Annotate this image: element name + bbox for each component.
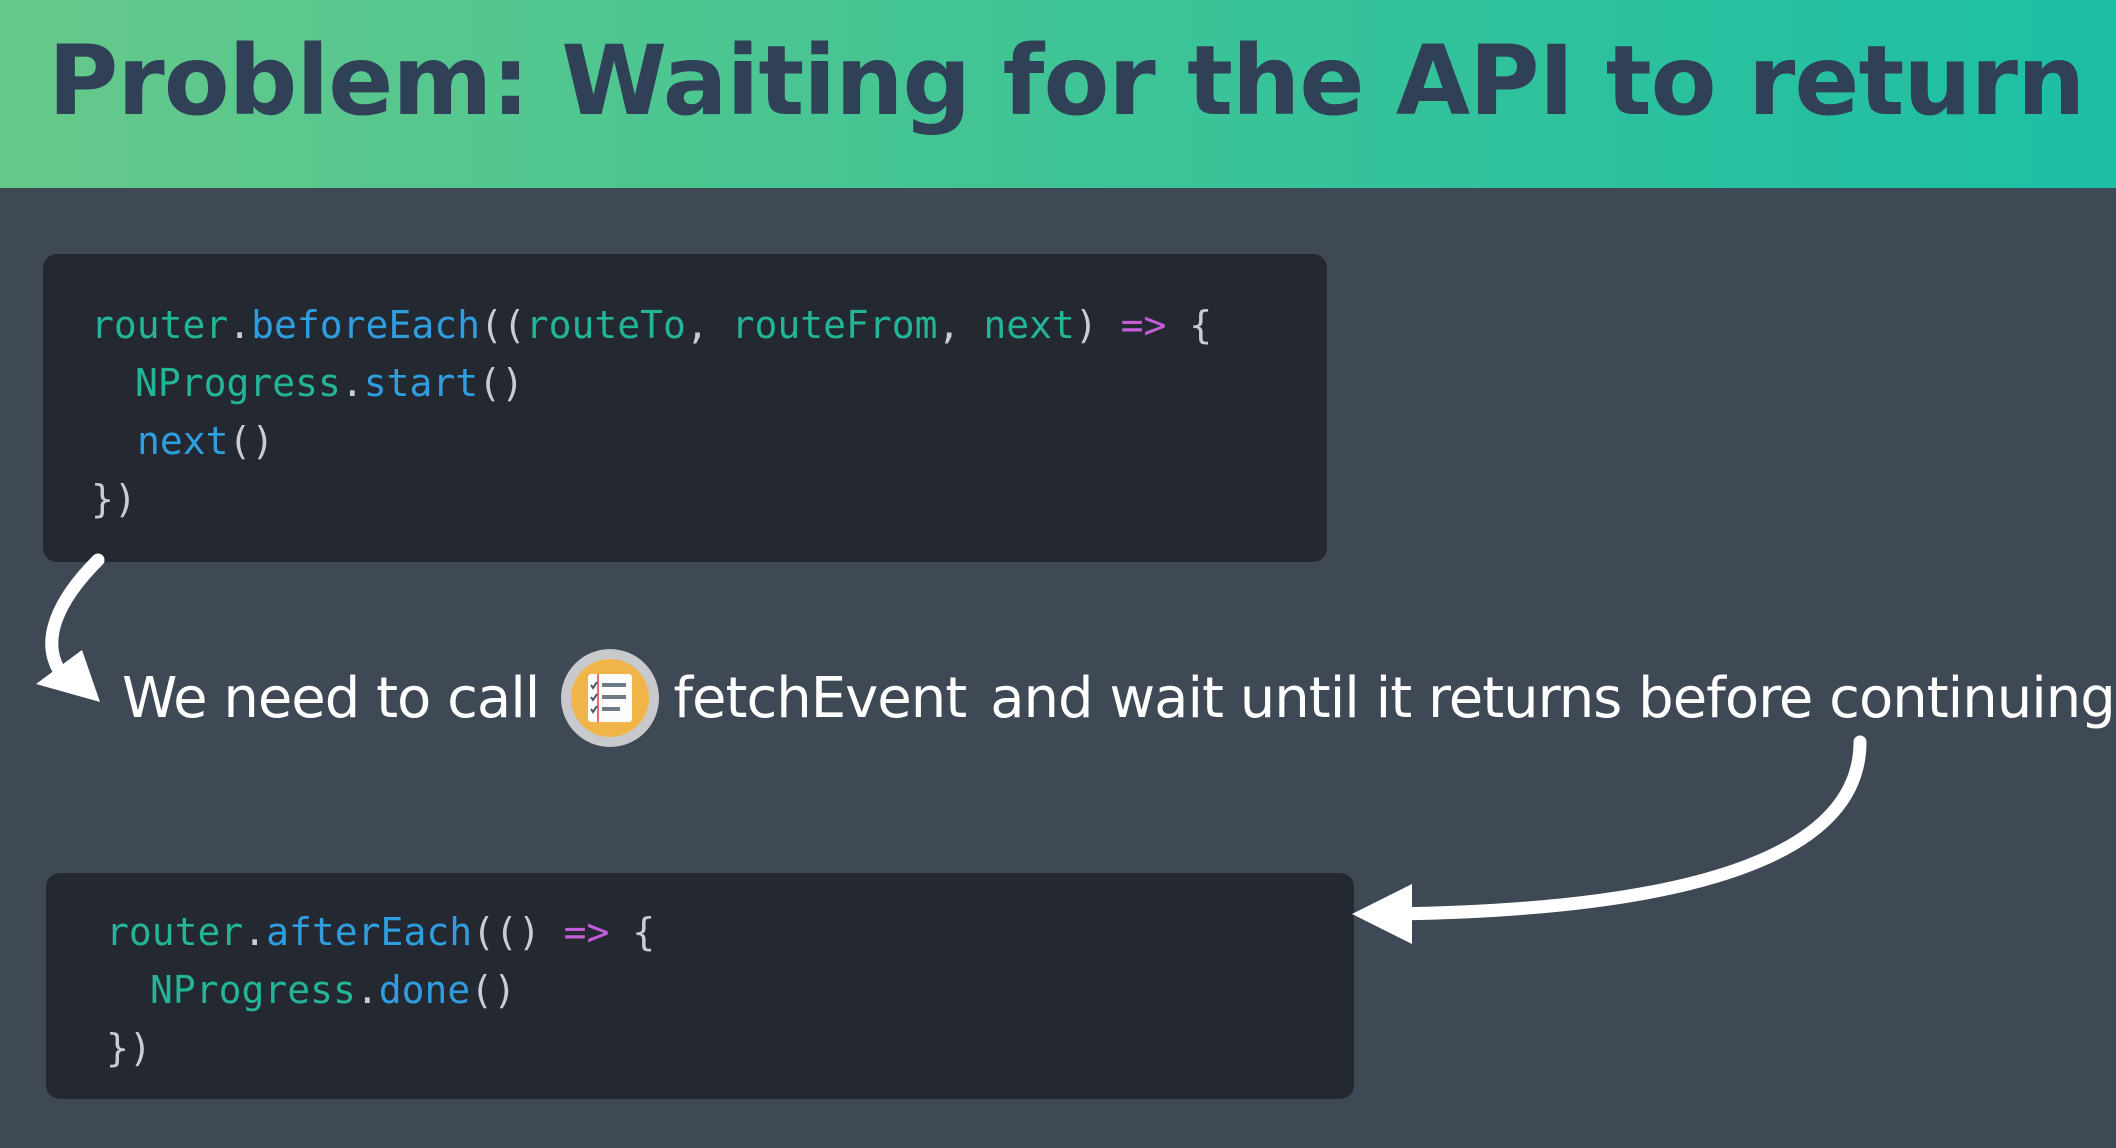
code-token: . <box>228 303 252 347</box>
code-token: router <box>91 303 229 347</box>
curved-arrow-right <box>1385 735 1867 921</box>
code-token: { <box>1166 303 1213 347</box>
code-token: NProgress <box>135 361 341 405</box>
code-token: NProgress <box>150 968 356 1012</box>
code-token: => <box>563 910 610 954</box>
sentence-part-1: We need to call <box>122 665 540 731</box>
slide-title: Problem: Waiting for the API to return <box>48 25 2085 137</box>
code-token: () <box>478 361 524 405</box>
code-token: () <box>470 968 517 1012</box>
curved-arrow-left <box>45 553 105 679</box>
code-line: NProgress.done() <box>106 961 1354 1019</box>
code-token: }) <box>106 1026 152 1070</box>
code-token: => <box>1120 303 1167 347</box>
code-token: routeTo <box>525 303 686 347</box>
code-token: { <box>609 910 656 954</box>
code-token: }) <box>91 477 137 521</box>
code-line: }) <box>91 470 1327 528</box>
after-each-code-block: router.afterEach(() => { NProgress.done(… <box>46 873 1354 1099</box>
arrowhead-right <box>1352 884 1412 944</box>
code-token: router <box>106 910 244 954</box>
code-token: . <box>243 910 267 954</box>
function-name: fetchEvent <box>673 665 967 731</box>
before-each-code-block: router.beforeEach((routeTo, routeFrom, n… <box>43 254 1327 562</box>
code-token: ) <box>1074 303 1121 347</box>
code-token: , <box>685 303 732 347</box>
code-token: start <box>363 361 479 405</box>
code-token: next <box>983 303 1075 347</box>
explanation-sentence: We need to call fetchEvent and wait unti… <box>122 649 2116 747</box>
code-token: done <box>378 968 471 1012</box>
code-token: , <box>937 303 984 347</box>
code-token: next <box>137 419 229 463</box>
checklist-icon-inner <box>571 659 650 737</box>
code-token: . <box>340 361 364 405</box>
code-token: routeFrom <box>731 303 938 347</box>
code-line: next() <box>91 412 1327 470</box>
arrowhead-left <box>36 650 100 702</box>
code-line: }) <box>106 1019 1354 1077</box>
code-token: beforeEach <box>251 303 480 347</box>
code-token: (() <box>472 910 541 954</box>
code-token: afterEach <box>266 910 473 954</box>
code-line: router.afterEach(() => { <box>106 903 1354 961</box>
sentence-part-2: and wait until it returns before continu… <box>990 665 2116 731</box>
checklist-icon <box>561 649 660 747</box>
code-token: () <box>228 419 275 463</box>
title-banner: Problem: Waiting for the API to return <box>0 0 2116 188</box>
code-token: (( <box>479 303 526 347</box>
code-token: . <box>355 968 379 1012</box>
checklist-glyph <box>588 674 633 722</box>
code-line: NProgress.start() <box>91 354 1327 412</box>
code-line: router.beforeEach((routeTo, routeFrom, n… <box>91 296 1327 354</box>
